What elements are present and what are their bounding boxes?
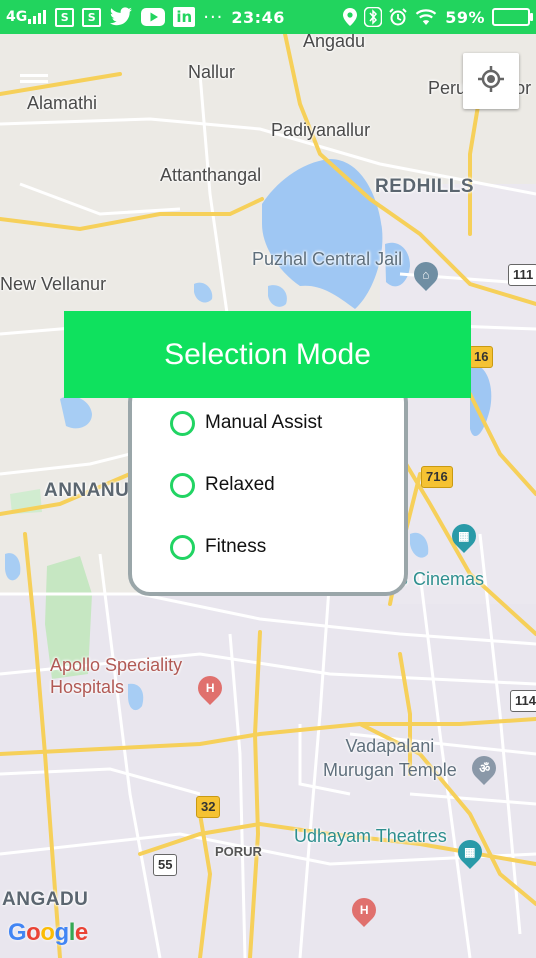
dialog-title: Selection Mode [64, 311, 471, 398]
radio-button[interactable] [170, 410, 195, 436]
map-label-udhayam-theatres: Udhayam Theatres [294, 826, 447, 846]
map-label-attanthangal: Attanthangal [160, 165, 262, 185]
route-shield-114: 114 [510, 690, 536, 712]
battery-percent: 59% [445, 7, 485, 27]
map-label-nallur: Nallur [188, 62, 236, 82]
radio-button[interactable] [170, 534, 195, 560]
linkedin-icon: in [173, 7, 196, 27]
map-label-redhills: REDHILLS [375, 176, 474, 197]
route-shield-55: 55 [153, 854, 178, 876]
my-location-icon [476, 64, 506, 99]
location-icon [343, 8, 358, 26]
route-shield-111: 111 [508, 264, 536, 286]
map-label-padiyanallur: Padiyanallur [271, 120, 371, 140]
map-label-puzhal-jail: Puzhal Central Jail [252, 249, 403, 269]
map-label-angadu-north: Angadu [303, 34, 366, 51]
google-logo: Google [8, 919, 88, 946]
route-shield-16: 16 [469, 346, 494, 368]
map-label-vadapalani-temple: Vadapalani Murugan Temple [323, 736, 457, 780]
route-shield-32: 32 [196, 796, 221, 818]
map-label-angadu-south: ANGADU [2, 889, 89, 910]
battery-icon [492, 8, 533, 26]
option-label: Fitness [205, 536, 267, 557]
my-location-button[interactable] [463, 53, 519, 109]
option-label: Manual Assist [205, 412, 323, 433]
network-type: 4G [6, 9, 28, 25]
sim-icon: S [55, 7, 75, 27]
option-manual-assist[interactable]: Manual Assist [170, 407, 322, 439]
map-label-porur: PORUR [215, 844, 262, 859]
option-label: Relaxed [205, 474, 275, 495]
map-label-apollo-hospital: Apollo Speciality Hospitals [50, 655, 183, 697]
wifi-icon [414, 8, 438, 26]
route-shield-716: 716 [421, 466, 453, 488]
status-bar: 4G S S in ··· 23:46 59% [0, 0, 536, 34]
map-label-new-vellanur: New Vellanur [0, 274, 107, 294]
clock: 23:46 [231, 7, 285, 27]
status-bar-right: 59% [343, 0, 533, 34]
map-label-alamathi: Alamathi [27, 93, 98, 113]
map-label-cinemas: S Cinemas [396, 569, 485, 589]
map-scale-marker [20, 74, 48, 77]
signal-icon: 4G [6, 9, 47, 25]
option-relaxed[interactable]: Relaxed [170, 469, 275, 501]
bluetooth-icon [364, 7, 383, 27]
alarm-icon [389, 8, 407, 26]
option-fitness[interactable]: Fitness [170, 531, 266, 563]
twitter-icon [109, 7, 133, 27]
sim-icon: S [82, 7, 102, 27]
more-notifications-indicator: ··· [203, 6, 224, 28]
status-bar-left: 4G S S in ··· 23:46 [6, 0, 285, 34]
youtube-icon [141, 8, 166, 26]
radio-button[interactable] [170, 472, 195, 498]
